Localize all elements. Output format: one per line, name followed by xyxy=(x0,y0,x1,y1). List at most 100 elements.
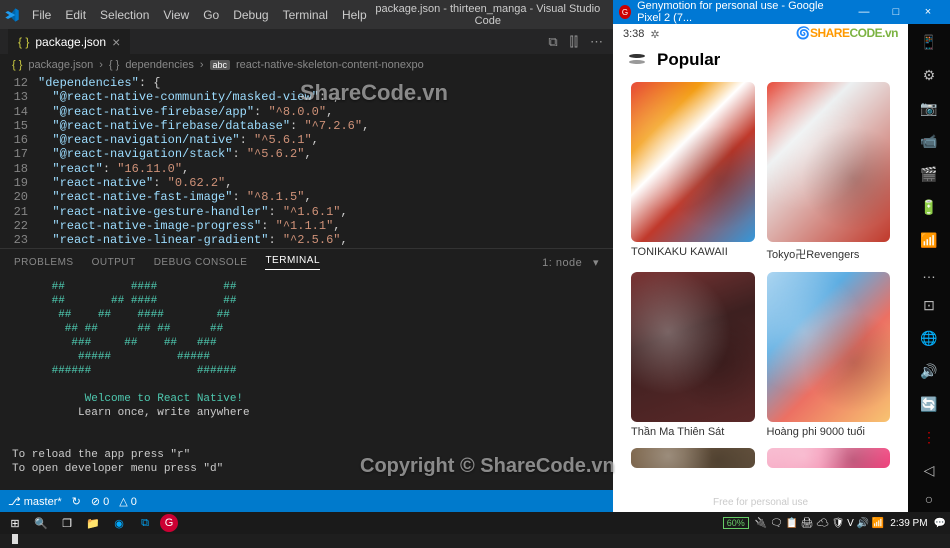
git-branch[interactable]: ⎇ master* xyxy=(8,495,62,508)
vscode-statusbar: ⎇ master* ↻ ⊘ 0 △ 0 xyxy=(0,490,613,512)
emulator-tool-icon[interactable]: 📷 xyxy=(920,100,937,117)
menu-go[interactable]: Go xyxy=(203,8,219,22)
minimize-button[interactable]: — xyxy=(848,6,880,18)
tray-icons[interactable]: 🔌 🗨 📋 🖨 ☁ 🛡 V 🔊 📶 xyxy=(755,518,884,529)
emulator-tool-icon[interactable]: 📱 xyxy=(920,34,937,51)
emulator-tool-icon[interactable]: 📶 xyxy=(920,232,937,249)
vscode-titlebar: File Edit Selection View Go Debug Termin… xyxy=(0,0,613,29)
windows-taskbar: ⊞ 🔍 ❐ 📁 ◉ ⧉ G 60% 🔌 🗨 📋 🖨 ☁ 🛡 V 🔊 📶 2:39… xyxy=(0,512,950,534)
phone-time: 3:38 xyxy=(623,28,644,40)
manga-cover xyxy=(631,82,755,242)
manga-item[interactable] xyxy=(767,448,891,468)
terminal-output[interactable]: ## #### ## ## ## #### ## ## ## #### ## #… xyxy=(0,276,613,490)
manga-cover xyxy=(767,448,891,468)
emulator-tool-icon[interactable]: 🌐 xyxy=(920,330,937,347)
breadcrumb-file: package.json xyxy=(28,59,93,71)
menu-view[interactable]: View xyxy=(163,8,189,22)
chevron-icon: › xyxy=(99,59,103,71)
phone-screen[interactable]: 3:38 ✲ 🌀SHARECODE.vn Popular TONIKAKU KA… xyxy=(613,24,908,512)
search-icon[interactable]: 🔍 xyxy=(30,514,52,532)
vscode-icon xyxy=(4,7,20,23)
notifications-icon[interactable]: 💬 xyxy=(934,518,946,529)
abc-icon: abc xyxy=(210,60,231,70)
battery-indicator[interactable]: 60% xyxy=(723,517,749,529)
menu-debug[interactable]: Debug xyxy=(233,8,268,22)
emulator-tool-icon[interactable]: ⊡ xyxy=(923,297,935,314)
more-icon[interactable]: ⋯ xyxy=(590,34,603,50)
json-file-icon: { } xyxy=(12,59,22,71)
maximize-button[interactable]: □ xyxy=(880,6,912,18)
phone-statusbar: 3:38 ✲ 🌀SHARECODE.vn xyxy=(613,24,908,44)
panel-tabs: PROBLEMS OUTPUT DEBUG CONSOLE TERMINAL 1… xyxy=(0,248,613,276)
menu-terminal[interactable]: Terminal xyxy=(283,8,328,22)
emulator-tool-icon[interactable]: … xyxy=(922,265,936,281)
window-title: package.json - thirteen_manga - Visual S… xyxy=(367,3,609,27)
tab-close-icon[interactable]: × xyxy=(112,34,120,50)
manga-item[interactable] xyxy=(631,448,755,468)
genymotion-icon: G xyxy=(619,5,631,19)
close-button[interactable]: × xyxy=(912,6,944,18)
edge-icon[interactable]: ◉ xyxy=(108,514,130,532)
emulator-tool-icon[interactable]: ⚙ xyxy=(923,67,936,84)
breadcrumb-leaf: react-native-skeleton-content-nonexpo xyxy=(236,59,424,71)
manga-title: Thần Ma Thiên Sát xyxy=(631,422,755,442)
manga-cover xyxy=(631,448,755,468)
nav-button[interactable]: ◁ xyxy=(924,462,935,479)
section-title: Popular xyxy=(657,50,720,70)
genymotion-title: Genymotion for personal use - Google Pix… xyxy=(637,0,848,24)
menu-help[interactable]: Help xyxy=(342,8,367,22)
warnings-count[interactable]: △ 0 xyxy=(119,495,137,508)
emulator-tool-icon[interactable]: ⋮ xyxy=(922,429,936,446)
manga-cover xyxy=(767,272,891,422)
vscode-taskbar-icon[interactable]: ⧉ xyxy=(134,514,156,532)
emulator-tool-icon[interactable]: 📹 xyxy=(920,133,937,150)
genymotion-toolbar: 📱⚙📷📹🎬🔋📶…⊡🌐🔊🔄⋮◁○□ xyxy=(908,24,950,512)
terminal-selector[interactable]: 1: node ▾ xyxy=(542,256,599,269)
tab-label: package.json xyxy=(35,35,106,49)
breadcrumb-section: dependencies xyxy=(125,59,194,71)
menu-file[interactable]: File xyxy=(32,8,51,22)
emulator-tool-icon[interactable]: 🔋 xyxy=(920,199,937,216)
emulator-tool-icon[interactable]: 🎬 xyxy=(920,166,937,183)
split-icon[interactable]: ⫿⫿ xyxy=(570,34,578,50)
emulator-tool-icon[interactable]: 🔊 xyxy=(920,363,937,380)
stack-icon xyxy=(627,54,647,66)
taskview-icon[interactable]: ❐ xyxy=(56,514,78,532)
breadcrumb[interactable]: { } package.json › { } dependencies › ab… xyxy=(0,54,613,76)
errors-count[interactable]: ⊘ 0 xyxy=(91,495,109,508)
json-file-icon: { } xyxy=(18,35,29,49)
manga-item[interactable]: Thần Ma Thiên Sát xyxy=(631,272,755,442)
genymotion-titlebar: G Genymotion for personal use - Google P… xyxy=(613,0,950,24)
manga-grid: TONIKAKU KAWAII Tokyo卍Revengers Thần Ma Th… xyxy=(613,76,908,474)
line-gutter: 12131415161718192021222324 xyxy=(0,76,38,248)
tab-package-json[interactable]: { } package.json × xyxy=(8,29,130,54)
brace-icon: { } xyxy=(109,59,119,71)
tab-debug-console[interactable]: DEBUG CONSOLE xyxy=(154,257,248,268)
start-button[interactable]: ⊞ xyxy=(4,514,26,532)
explorer-icon[interactable]: 📁 xyxy=(82,514,104,532)
tab-output[interactable]: OUTPUT xyxy=(92,257,136,268)
manga-title: TONIKAKU KAWAII xyxy=(631,242,755,262)
emulator-tool-icon[interactable]: 🔄 xyxy=(920,396,937,413)
manga-item[interactable]: TONIKAKU KAWAII xyxy=(631,82,755,266)
sharecode-logo: 🌀SHARECODE.vn xyxy=(796,26,898,40)
menu-selection[interactable]: Selection xyxy=(100,8,149,22)
compare-icon[interactable]: ⧉ xyxy=(548,34,557,50)
manga-title: Tokyo卍Revengers xyxy=(767,242,891,266)
menu-edit[interactable]: Edit xyxy=(65,8,86,22)
nav-button[interactable]: ○ xyxy=(925,491,933,507)
tab-terminal[interactable]: TERMINAL xyxy=(265,255,320,270)
chevron-icon: › xyxy=(200,59,204,71)
genymotion-window: G Genymotion for personal use - Google P… xyxy=(613,0,950,512)
taskbar-time[interactable]: 2:39 PM xyxy=(890,518,927,529)
manga-item[interactable]: Hoàng phi 9000 tuổi xyxy=(767,272,891,442)
sync-icon[interactable]: ↻ xyxy=(72,495,81,508)
manga-item[interactable]: Tokyo卍Revengers xyxy=(767,82,891,266)
genymotion-taskbar-icon[interactable]: G xyxy=(160,514,178,532)
tab-bar: { } package.json × ⧉ ⫿⫿ ⋯ xyxy=(0,29,613,54)
code-editor[interactable]: 12131415161718192021222324 "dependencies… xyxy=(0,76,613,248)
section-header: Popular xyxy=(613,44,908,76)
free-text: Free for personal use xyxy=(613,497,908,508)
vscode-window: File Edit Selection View Go Debug Termin… xyxy=(0,0,613,512)
tab-problems[interactable]: PROBLEMS xyxy=(14,257,74,268)
